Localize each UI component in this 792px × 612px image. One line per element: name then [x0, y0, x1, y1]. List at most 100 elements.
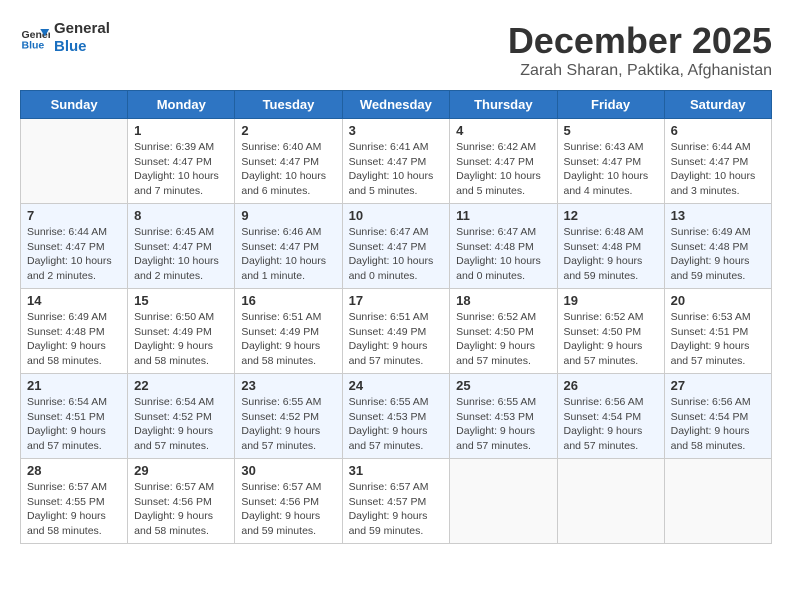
calendar-cell [21, 119, 128, 204]
calendar-cell: 11 Sunrise: 6:47 AM Sunset: 4:48 PM Dayli… [450, 204, 557, 289]
calendar-cell: 2Sunrise: 6:40 AM Sunset: 4:47 PM Daylig… [235, 119, 342, 204]
day-detail: Sunrise: 6:57 AM Sunset: 4:57 PM Dayligh… [349, 480, 444, 539]
calendar-cell: 5Sunrise: 6:43 AM Sunset: 4:47 PM Daylig… [557, 119, 664, 204]
day-number: 8 [134, 208, 228, 223]
calendar-cell: 29 Sunrise: 6:57 AM Sunset: 4:56 PM Dayli… [128, 459, 235, 544]
day-number: 7 [27, 208, 121, 223]
logo-icon: General Blue [20, 23, 50, 53]
day-number: 21 [27, 378, 121, 393]
day-detail: Sunrise: 6:45 AM Sunset: 4:47 PM Dayligh… [134, 225, 228, 284]
logo-text-blue: Blue [54, 38, 110, 56]
day-number: 9 [241, 208, 335, 223]
day-number: 26 [564, 378, 658, 393]
day-header-tuesday: Tuesday [235, 91, 342, 119]
day-detail: Sunrise: 6:41 AM Sunset: 4:47 PM Dayligh… [349, 140, 444, 199]
day-number: 19 [564, 293, 658, 308]
day-detail: Sunrise: 6:50 AM Sunset: 4:49 PM Dayligh… [134, 310, 228, 369]
logo-text-general: General [54, 20, 110, 37]
day-detail: Sunrise: 6:57 AM Sunset: 4:56 PM Dayligh… [241, 480, 335, 539]
week-row-3: 14Sunrise: 6:49 AM Sunset: 4:48 PM Dayli… [21, 289, 772, 374]
calendar-cell: 28 Sunrise: 6:57 AM Sunset: 4:55 PM Dayli… [21, 459, 128, 544]
day-header-saturday: Saturday [664, 91, 771, 119]
day-number: 12 [564, 208, 658, 223]
calendar-table: SundayMondayTuesdayWednesdayThursdayFrid… [20, 90, 772, 544]
calendar-cell: 7 Sunrise: 6:44 AM Sunset: 4:47 PM Daylig… [21, 204, 128, 289]
day-detail: Sunrise: 6:47 AM Sunset: 4:48 PM Dayligh… [456, 225, 550, 284]
day-detail: Sunrise: 6:44 AM Sunset: 4:47 PM Dayligh… [27, 225, 121, 284]
day-number: 6 [671, 123, 765, 138]
week-row-2: 7 Sunrise: 6:44 AM Sunset: 4:47 PM Daylig… [21, 204, 772, 289]
day-number: 25 [456, 378, 550, 393]
day-detail: Sunrise: 6:55 AM Sunset: 4:53 PM Dayligh… [349, 395, 444, 454]
calendar-cell: 30 Sunrise: 6:57 AM Sunset: 4:56 PM Dayli… [235, 459, 342, 544]
day-detail: Sunrise: 6:46 AM Sunset: 4:47 PM Dayligh… [241, 225, 335, 284]
day-header-thursday: Thursday [450, 91, 557, 119]
calendar-cell: 16 Sunrise: 6:51 AM Sunset: 4:49 PM Dayli… [235, 289, 342, 374]
day-detail: Sunrise: 6:42 AM Sunset: 4:47 PM Dayligh… [456, 140, 550, 199]
day-number: 10 [349, 208, 444, 223]
calendar-title-section: December 2025 Zarah Sharan, Paktika, Afg… [508, 20, 772, 80]
calendar-cell: 15Sunrise: 6:50 AM Sunset: 4:49 PM Dayli… [128, 289, 235, 374]
day-number: 3 [349, 123, 444, 138]
calendar-cell: 24 Sunrise: 6:55 AM Sunset: 4:53 PM Dayli… [342, 374, 450, 459]
week-row-1: 1 Sunrise: 6:39 AM Sunset: 4:47 PM Daylig… [21, 119, 772, 204]
day-detail: Sunrise: 6:52 AM Sunset: 4:50 PM Dayligh… [564, 310, 658, 369]
day-number: 28 [27, 463, 121, 478]
day-detail: Sunrise: 6:51 AM Sunset: 4:49 PM Dayligh… [349, 310, 444, 369]
calendar-cell: 22 Sunrise: 6:54 AM Sunset: 4:52 PM Dayli… [128, 374, 235, 459]
day-detail: Sunrise: 6:52 AM Sunset: 4:50 PM Dayligh… [456, 310, 550, 369]
day-number: 30 [241, 463, 335, 478]
calendar-cell: 12 Sunrise: 6:48 AM Sunset: 4:48 PM Dayli… [557, 204, 664, 289]
calendar-cell: 14Sunrise: 6:49 AM Sunset: 4:48 PM Dayli… [21, 289, 128, 374]
day-number: 4 [456, 123, 550, 138]
day-number: 11 [456, 208, 550, 223]
week-row-5: 28 Sunrise: 6:57 AM Sunset: 4:55 PM Dayli… [21, 459, 772, 544]
day-detail: Sunrise: 6:54 AM Sunset: 4:52 PM Dayligh… [134, 395, 228, 454]
day-header-sunday: Sunday [21, 91, 128, 119]
calendar-cell [557, 459, 664, 544]
calendar-cell: 21Sunrise: 6:54 AM Sunset: 4:51 PM Dayli… [21, 374, 128, 459]
day-number: 29 [134, 463, 228, 478]
month-title: December 2025 [508, 20, 772, 62]
day-number: 22 [134, 378, 228, 393]
day-number: 16 [241, 293, 335, 308]
day-detail: Sunrise: 6:55 AM Sunset: 4:52 PM Dayligh… [241, 395, 335, 454]
calendar-cell: 25 Sunrise: 6:55 AM Sunset: 4:53 PM Dayli… [450, 374, 557, 459]
calendar-cell: 9 Sunrise: 6:46 AM Sunset: 4:47 PM Daylig… [235, 204, 342, 289]
day-number: 27 [671, 378, 765, 393]
day-detail: Sunrise: 6:57 AM Sunset: 4:56 PM Dayligh… [134, 480, 228, 539]
day-detail: Sunrise: 6:56 AM Sunset: 4:54 PM Dayligh… [671, 395, 765, 454]
day-detail: Sunrise: 6:55 AM Sunset: 4:53 PM Dayligh… [456, 395, 550, 454]
calendar-cell: 27 Sunrise: 6:56 AM Sunset: 4:54 PM Dayli… [664, 374, 771, 459]
day-number: 18 [456, 293, 550, 308]
day-number: 20 [671, 293, 765, 308]
day-number: 17 [349, 293, 444, 308]
week-row-4: 21Sunrise: 6:54 AM Sunset: 4:51 PM Dayli… [21, 374, 772, 459]
calendar-cell: 20Sunrise: 6:53 AM Sunset: 4:51 PM Dayli… [664, 289, 771, 374]
calendar-cell: 10 Sunrise: 6:47 AM Sunset: 4:47 PM Dayli… [342, 204, 450, 289]
day-number: 13 [671, 208, 765, 223]
calendar-cell: 1 Sunrise: 6:39 AM Sunset: 4:47 PM Daylig… [128, 119, 235, 204]
day-header-friday: Friday [557, 91, 664, 119]
day-number: 31 [349, 463, 444, 478]
calendar-cell [450, 459, 557, 544]
day-number: 23 [241, 378, 335, 393]
page-header: General Blue General Blue December 2025 … [20, 20, 772, 80]
day-detail: Sunrise: 6:48 AM Sunset: 4:48 PM Dayligh… [564, 225, 658, 284]
calendar-cell: 31 Sunrise: 6:57 AM Sunset: 4:57 PM Dayli… [342, 459, 450, 544]
calendar-cell: 26Sunrise: 6:56 AM Sunset: 4:54 PM Dayli… [557, 374, 664, 459]
day-detail: Sunrise: 6:44 AM Sunset: 4:47 PM Dayligh… [671, 140, 765, 199]
day-detail: Sunrise: 6:57 AM Sunset: 4:55 PM Dayligh… [27, 480, 121, 539]
day-number: 1 [134, 123, 228, 138]
day-number: 24 [349, 378, 444, 393]
calendar-cell: 3 Sunrise: 6:41 AM Sunset: 4:47 PM Daylig… [342, 119, 450, 204]
day-header-monday: Monday [128, 91, 235, 119]
day-detail: Sunrise: 6:49 AM Sunset: 4:48 PM Dayligh… [671, 225, 765, 284]
calendar-cell: 18 Sunrise: 6:52 AM Sunset: 4:50 PM Dayli… [450, 289, 557, 374]
day-detail: Sunrise: 6:51 AM Sunset: 4:49 PM Dayligh… [241, 310, 335, 369]
logo: General Blue General Blue [20, 20, 110, 56]
location-title: Zarah Sharan, Paktika, Afghanistan [508, 62, 772, 80]
svg-text:Blue: Blue [22, 40, 45, 52]
day-detail: Sunrise: 6:39 AM Sunset: 4:47 PM Dayligh… [134, 140, 228, 199]
day-detail: Sunrise: 6:47 AM Sunset: 4:47 PM Dayligh… [349, 225, 444, 284]
